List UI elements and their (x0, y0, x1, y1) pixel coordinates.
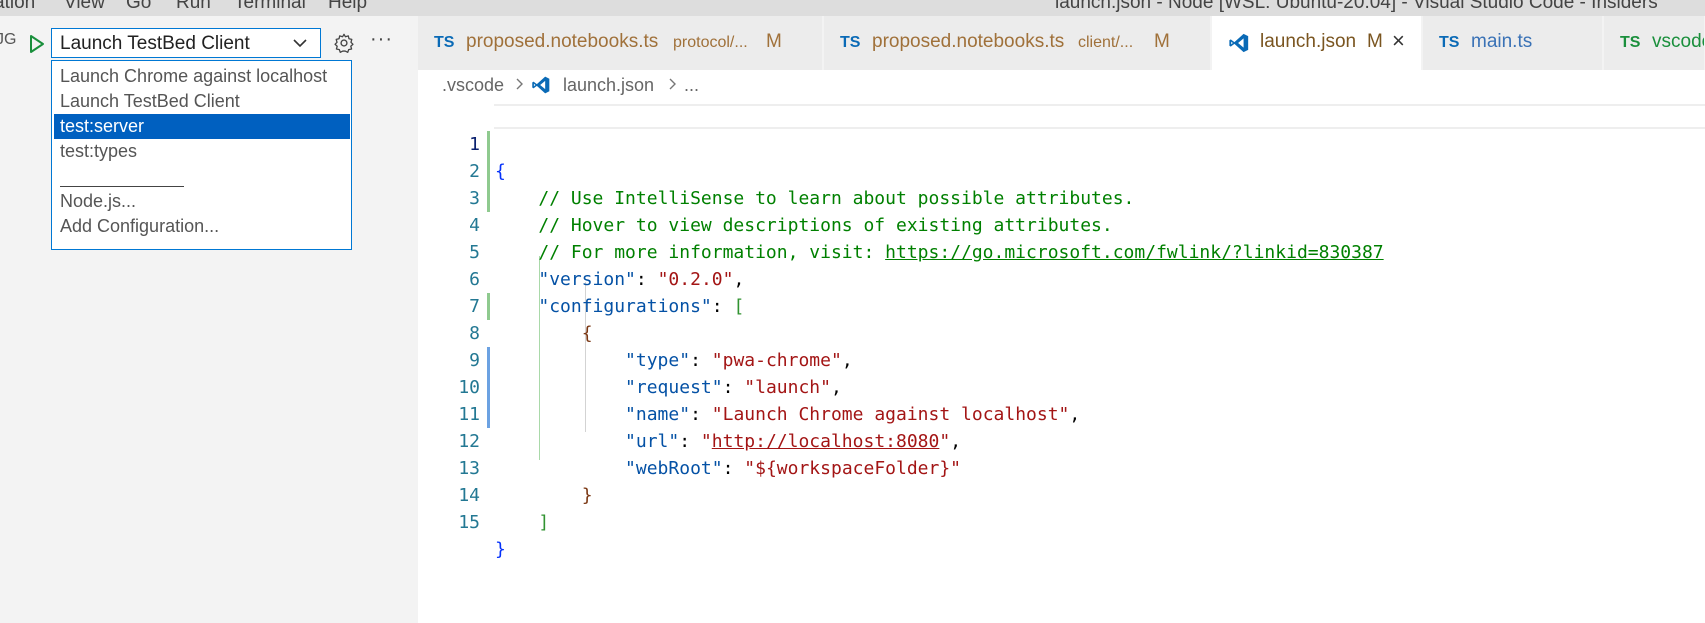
breadcrumb-folder[interactable]: .vscode (442, 75, 504, 96)
code-line: 10 "name": "Launch Chrome against localh… (418, 347, 1705, 425)
typescript-icon: TS (840, 34, 861, 51)
code-line: 11 "url": "http://localhost:8080", (418, 374, 1705, 452)
code-line: 2 // Use IntelliSense to learn about pos… (418, 131, 1705, 209)
breadcrumb-file[interactable]: launch.json (563, 75, 654, 96)
run-debug-sidebar: JG Launch TestBed Client ··· Launch Chro… (0, 16, 418, 623)
code-line: 7 { (418, 266, 1705, 344)
code-line: 5 "version": "0.2.0", (418, 212, 1705, 290)
breadcrumb-symbol[interactable]: ... (684, 75, 699, 96)
tab-main-ts[interactable]: TS main.ts (1423, 16, 1603, 70)
code-line: 6 "configurations": [ (418, 239, 1705, 317)
modified-badge: M (766, 31, 782, 52)
start-debugging-icon[interactable] (27, 33, 47, 55)
modified-badge: M (1154, 31, 1170, 52)
typescript-icon: TS (1620, 34, 1641, 51)
dropdown-option[interactable]: Launch TestBed Client (54, 89, 350, 114)
code-line: 1 { (418, 104, 1705, 182)
code-line: 9 "request": "launch", (418, 320, 1705, 398)
vscode-icon (532, 76, 550, 94)
tab-label: proposed.notebooks.ts (466, 31, 659, 52)
typescript-icon: TS (434, 34, 455, 51)
breadcrumb: .vscode launch.json ... (418, 70, 1705, 104)
menu-run[interactable]: Run (176, 0, 211, 14)
close-tab-icon[interactable]: × (1392, 28, 1405, 54)
debug-config-select[interactable]: Launch TestBed Client (51, 28, 321, 58)
dropdown-option[interactable]: test:types (54, 139, 350, 164)
dropdown-option[interactable]: Add Configuration... (54, 214, 350, 239)
vscode-icon (1229, 33, 1249, 53)
menu-terminal[interactable]: Terminal (234, 0, 306, 14)
config-dropdown: Launch Chrome against localhost Launch T… (51, 60, 352, 250)
chevron-down-icon (293, 39, 307, 48)
line-number: 15 (458, 512, 480, 533)
tab-path: protocol/... (673, 34, 748, 51)
tab-proposed-notebooks-protocol[interactable]: TS proposed.notebooks.ts protocol/... M (418, 16, 823, 70)
tab-label: proposed.notebooks.ts (872, 31, 1065, 52)
tab-vscode[interactable]: TS vscode (1604, 16, 1705, 70)
window-title: launch.json - Node [WSL: Ubuntu-20.04] -… (1055, 0, 1658, 13)
code-line: 15 } (418, 482, 1705, 560)
gear-icon[interactable] (333, 32, 355, 54)
menu-selection[interactable]: ation (0, 0, 35, 14)
editor-tab-bar: TS proposed.notebooks.ts protocol/... M … (418, 16, 1705, 70)
chevron-right-icon (669, 78, 676, 90)
dropdown-option-selected[interactable]: test:server (54, 114, 350, 139)
tab-path: client/... (1078, 34, 1134, 51)
tab-label: launch.json (1260, 31, 1357, 52)
tab-label: main.ts (1471, 31, 1533, 52)
tab-proposed-notebooks-client[interactable]: TS proposed.notebooks.ts client/... M (824, 16, 1211, 70)
selected-config-label: Launch TestBed Client (60, 33, 250, 54)
dropdown-option[interactable]: Node.js... (54, 189, 350, 214)
code-line: 4 // For more information, visit: https:… (418, 185, 1705, 263)
tab-label: vscode (1652, 31, 1704, 52)
menu-go[interactable]: Go (126, 0, 151, 14)
code-line: 14 ] (418, 455, 1705, 533)
more-actions-icon[interactable]: ··· (370, 28, 393, 51)
code-line: 12 "webRoot": "${workspaceFolder}" (418, 401, 1705, 479)
tab-launch-json[interactable]: launch.json M × (1212, 16, 1422, 70)
code-line: 8 "type": "pwa-chrome", (418, 293, 1705, 371)
chevron-right-icon (516, 78, 523, 90)
code-line: 13 } (418, 428, 1705, 506)
modified-badge: M (1367, 31, 1383, 52)
title-bar: ation View Go Run Terminal Help launch.j… (0, 0, 1705, 16)
typescript-icon: TS (1439, 34, 1460, 51)
code-editor[interactable]: 1 { 2 // Use IntelliSense to learn about… (418, 104, 1705, 623)
debug-view-label: JG (0, 31, 17, 48)
menu-help[interactable]: Help (328, 0, 367, 14)
menu-view[interactable]: View (64, 0, 105, 14)
code-line: 3 // Hover to view descriptions of exist… (418, 158, 1705, 236)
dropdown-separator (60, 186, 184, 187)
dropdown-option[interactable]: Launch Chrome against localhost (54, 64, 350, 89)
